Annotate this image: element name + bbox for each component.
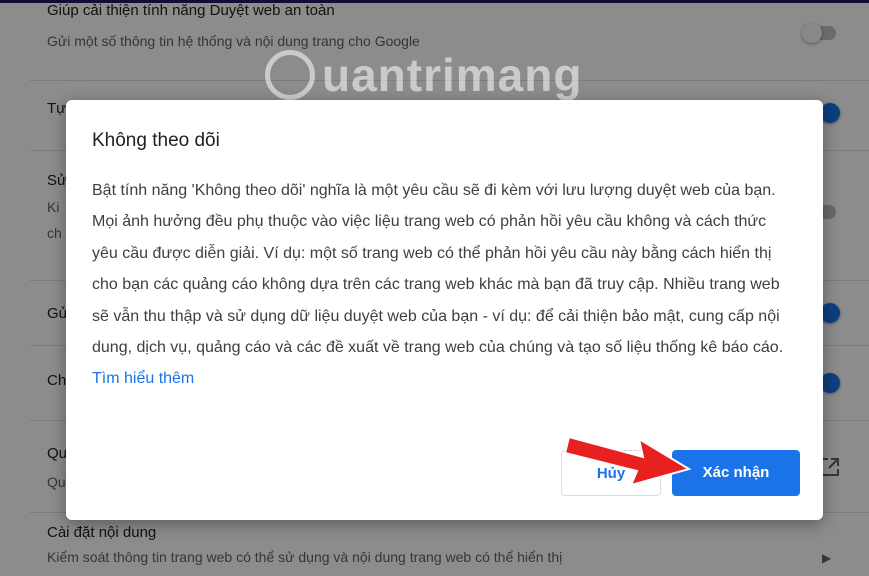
do-not-track-dialog: Không theo dõi Bật tính năng 'Không theo…	[66, 100, 823, 520]
lightbulb-logo-icon	[265, 50, 315, 100]
watermark-text: uantrimang	[322, 49, 583, 101]
dialog-title: Không theo dõi	[92, 130, 220, 151]
dialog-body-text: Bật tính năng 'Không theo dõi' nghĩa là …	[92, 182, 784, 357]
annotation-arrow-icon	[565, 435, 692, 487]
dialog-body: Bật tính năng 'Không theo dõi' nghĩa là …	[92, 175, 792, 395]
learn-more-link[interactable]: Tìm hiểu thêm	[92, 370, 194, 387]
